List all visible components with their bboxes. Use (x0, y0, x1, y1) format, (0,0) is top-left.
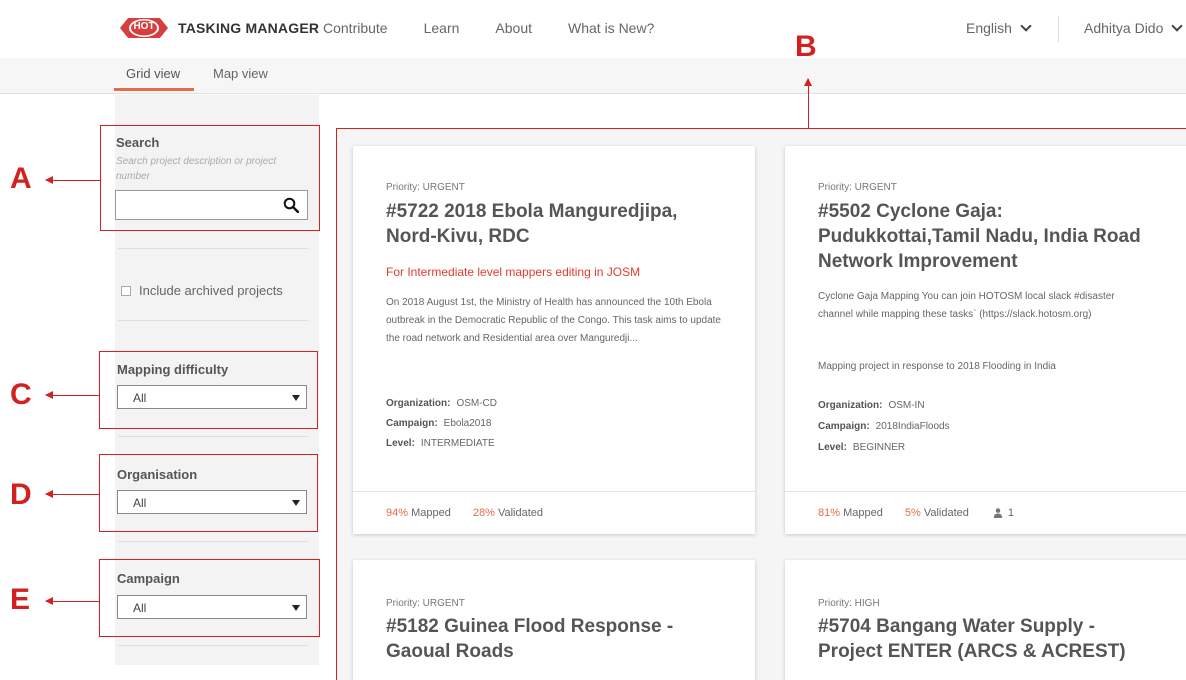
validated-percent: 28% (472, 507, 495, 519)
logo-badge-text: HOT (133, 21, 155, 32)
project-level: Level: INTERMEDIATE (386, 438, 495, 449)
project-card-5502[interactable]: Priority: URGENT #5502 Cyclone Gaja: Pud… (785, 146, 1186, 534)
organization-label: Organization: (818, 400, 883, 411)
project-priority: Priority: HIGH (818, 598, 880, 609)
nav-whats-new[interactable]: What is New? (568, 20, 654, 36)
project-organization: Organization: OSM-IN (818, 400, 925, 411)
tab-map-view[interactable]: Map view (213, 66, 268, 81)
mapped-label: Mapped (843, 507, 883, 519)
project-campaign: Campaign: Ebola2018 (386, 418, 492, 429)
nav-contribute[interactable]: Contribute (323, 20, 388, 36)
active-tab-indicator (114, 88, 194, 91)
app-title: TASKING MANAGER (178, 20, 320, 36)
archived-checkbox-row[interactable]: Include archived projects (121, 283, 283, 298)
project-priority: Priority: URGENT (386, 598, 465, 609)
project-title[interactable]: #5704 Bangang Water Supply - Project ENT… (818, 614, 1158, 664)
annotation-arrow-c (45, 391, 99, 399)
annotation-label-e: E (10, 583, 31, 616)
project-card-5722[interactable]: Priority: URGENT #5722 2018 Ebola Mangur… (353, 146, 755, 534)
annotation-label-c: C (10, 378, 32, 411)
project-description: Cyclone Gaja Mapping You can join HOTOSM… (818, 291, 1115, 320)
annotation-box-e (99, 559, 320, 637)
annotation-arrow-d (45, 490, 99, 498)
mapped-label: Mapped (411, 507, 451, 519)
project-card-5704[interactable]: Priority: HIGH #5704 Bangang Water Suppl… (785, 560, 1186, 680)
language-selector[interactable]: English (966, 19, 1032, 36)
chevron-down-icon (1020, 19, 1032, 32)
app-logo[interactable]: HOT TASKING MANAGER (118, 14, 319, 42)
chevron-down-icon (1171, 19, 1184, 32)
hot-logo-icon: HOT (118, 14, 170, 42)
project-stats: 81% Mapped 5% Validated 1 (818, 507, 1014, 519)
user-icon (993, 508, 1003, 518)
page: HOT TASKING MANAGER Contribute Learn Abo… (0, 0, 1186, 680)
project-title[interactable]: #5722 2018 Ebola Manguredjipa, Nord-Kivu… (386, 199, 726, 249)
annotation-arrow-e (45, 597, 99, 605)
level-label: Level: (818, 442, 847, 453)
campaign-meta-value: 2018IndiaFloods (875, 421, 950, 432)
user-menu[interactable]: Adhitya Dido (1084, 19, 1184, 36)
annotation-label-b: B (795, 30, 817, 63)
project-campaign: Campaign: 2018IndiaFloods (818, 421, 950, 432)
sidebar-divider (118, 645, 308, 646)
organization-value: OSM-IN (888, 400, 925, 411)
mapped-percent: 94% (386, 507, 409, 519)
level-value: BEGINNER (852, 442, 906, 453)
organization-label: Organization: (386, 398, 451, 409)
annotation-arrow-a (45, 176, 100, 184)
project-card-5182[interactable]: Priority: URGENT #5182 Guinea Flood Resp… (353, 560, 755, 680)
annotation-box-a (100, 125, 320, 231)
card-footer-divider (353, 491, 755, 492)
validated-percent: 5% (904, 507, 921, 519)
project-title[interactable]: #5182 Guinea Flood Response - Gaoual Roa… (386, 614, 726, 664)
archived-checkbox[interactable] (121, 285, 131, 296)
project-priority: Priority: URGENT (386, 182, 465, 193)
validated-label: Validated (497, 507, 544, 519)
sidebar-divider (118, 320, 308, 321)
archived-label: Include archived projects (139, 283, 283, 298)
organization-value: OSM-CD (456, 398, 498, 409)
level-value: INTERMEDIATE (420, 438, 495, 449)
project-description-secondary: Mapping project in response to 2018 Floo… (818, 361, 1056, 372)
sidebar-divider (118, 248, 308, 249)
project-organization: Organization: OSM-CD (386, 398, 497, 409)
project-level: Level: BEGINNER (818, 442, 905, 453)
sidebar-divider (118, 436, 308, 437)
contributor-count: 1 (1007, 507, 1015, 519)
header-divider (1058, 16, 1059, 42)
project-priority: Priority: URGENT (818, 182, 897, 193)
card-footer-divider (785, 491, 1186, 492)
campaign-meta-label: Campaign: (818, 421, 870, 432)
annotation-arrow-b (804, 78, 812, 128)
nav-about[interactable]: About (495, 20, 532, 36)
project-stats: 94% Mapped 28% Validated (386, 507, 543, 519)
project-title[interactable]: #5502 Cyclone Gaja: Pudukkottai,Tamil Na… (818, 199, 1158, 274)
campaign-meta-label: Campaign: (386, 418, 438, 429)
nav-learn[interactable]: Learn (424, 20, 460, 36)
level-label: Level: (386, 438, 415, 449)
top-navigation-bar: HOT TASKING MANAGER Contribute Learn Abo… (0, 0, 1186, 58)
project-description: On 2018 August 1st, the Ministry of Heal… (386, 297, 721, 344)
main-nav: Contribute Learn About What is New? (323, 20, 690, 36)
validated-label: Validated (923, 507, 969, 519)
mapped-percent: 81% (818, 507, 841, 519)
language-label: English (966, 20, 1012, 36)
project-subtitle: For Intermediate level mappers editing i… (386, 265, 641, 279)
project-grid: Priority: URGENT #5722 2018 Ebola Mangur… (336, 128, 1186, 680)
sidebar-divider (118, 541, 308, 542)
annotation-label-d: D (10, 478, 32, 511)
annotation-box-c (99, 351, 318, 429)
user-name: Adhitya Dido (1084, 20, 1164, 36)
tab-grid-view[interactable]: Grid view (126, 66, 180, 81)
campaign-meta-value: Ebola2018 (443, 418, 492, 429)
annotation-label-a: A (10, 162, 32, 195)
annotation-box-d (99, 454, 318, 532)
